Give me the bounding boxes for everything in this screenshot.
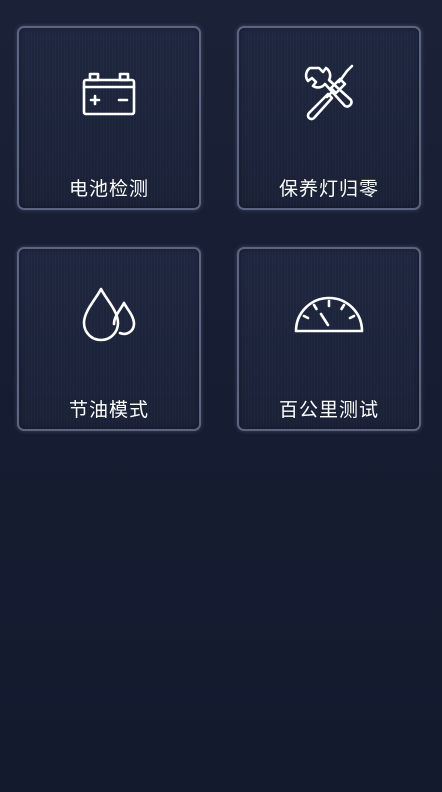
maintenance-reset-label: 保养灯归零 [278,178,379,200]
function-grid: 电池检测 保养灯归零 节油模式 百公里测试 [0,0,442,792]
wrench-screwdriver-icon [294,60,364,130]
battery-check-label: 电池检测 [68,178,149,200]
hundred-km-test-tile[interactable]: 百公里测试 [237,247,421,431]
hundred-km-test-label: 百公里测试 [278,399,379,421]
speedometer-icon [294,281,364,351]
oil-drops-icon [74,281,144,351]
eco-mode-tile[interactable]: 节油模式 [17,247,201,431]
eco-mode-label: 节油模式 [68,399,149,421]
battery-icon [74,60,144,130]
maintenance-reset-tile[interactable]: 保养灯归零 [237,26,421,210]
battery-check-tile[interactable]: 电池检测 [17,26,201,210]
